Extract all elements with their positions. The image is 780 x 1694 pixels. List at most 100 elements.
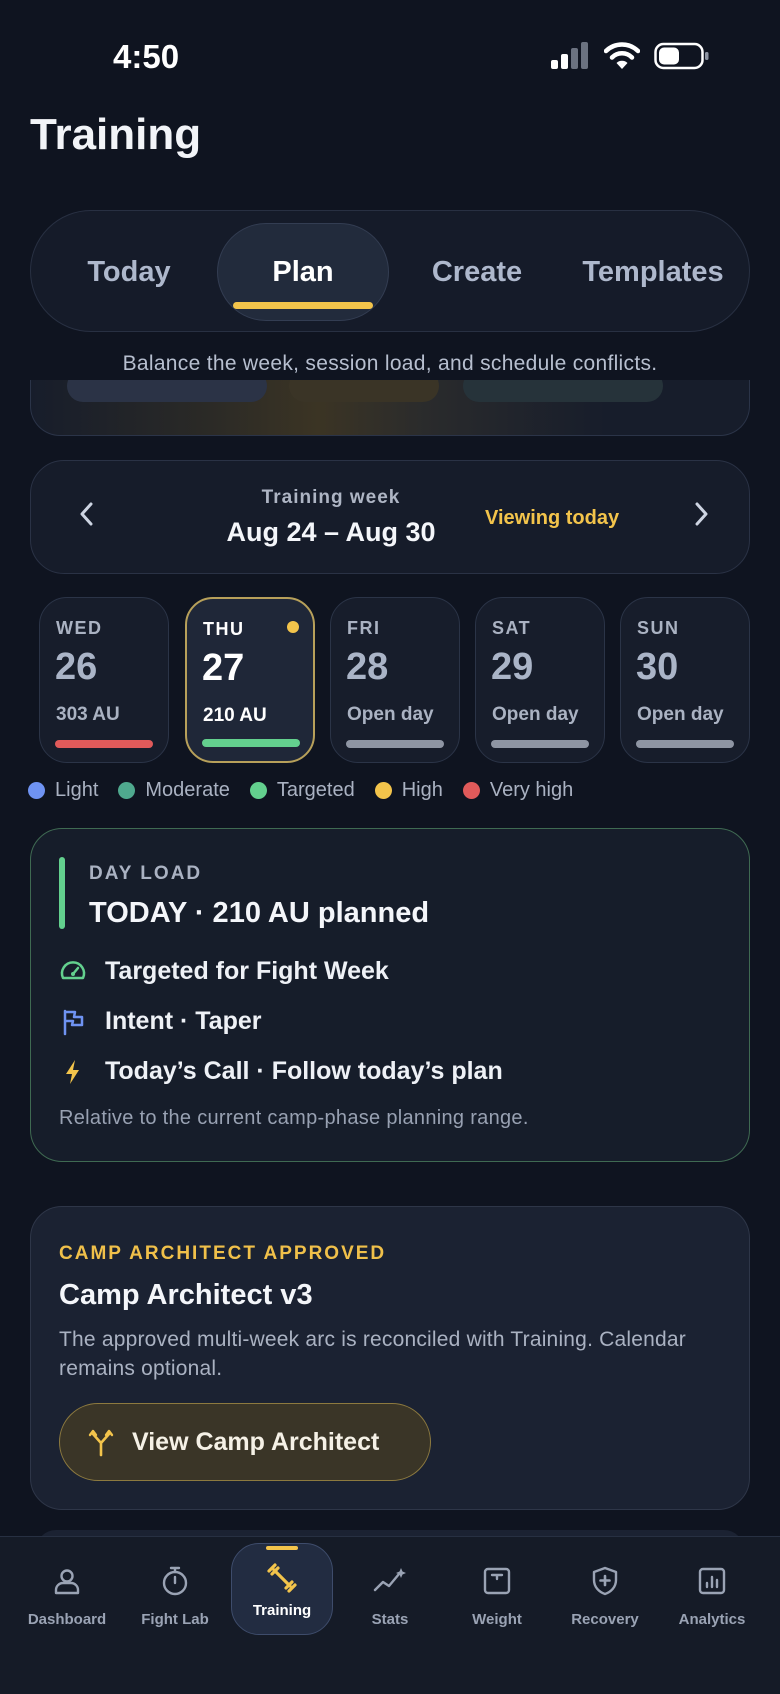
day-load: 210 AU (203, 705, 267, 726)
scale-icon (482, 1561, 512, 1601)
day-card-sun[interactable]: SUN 30 Open day (620, 597, 750, 763)
active-tab-indicator (233, 302, 373, 309)
view-camp-architect-button[interactable]: View Camp Architect (59, 1403, 431, 1481)
day-number: 26 (55, 646, 98, 688)
day-load-row-text: Today’s Call · Follow today’s plan (105, 1057, 503, 1085)
day-load: Open day (347, 704, 434, 725)
day-number: 28 (346, 646, 389, 688)
nav-label: Fight Lab (141, 1611, 209, 1628)
load-bar (491, 740, 589, 748)
status-time: 4:50 (113, 38, 180, 75)
peek-pill (463, 380, 663, 402)
bottom-tab-bar: Dashboard Fight Lab Training Stats Weigh… (0, 1536, 780, 1694)
nav-label: Analytics (678, 1611, 746, 1628)
day-abbr: WED (56, 618, 103, 638)
day-load: Open day (637, 704, 724, 725)
camp-eyebrow: CAMP ARCHITECT APPROVED (59, 1243, 387, 1264)
day-load-eyebrow: DAY LOAD (89, 863, 203, 884)
day-load-row: Today’s Call · Follow today’s plan (59, 1057, 503, 1086)
previous-week-button[interactable] (69, 499, 105, 538)
nav-analytics[interactable]: Analytics (658, 1561, 766, 1641)
gauge-icon (59, 958, 87, 986)
peek-pill (67, 380, 267, 402)
nav-stats[interactable]: Stats (336, 1561, 444, 1641)
legend-label: Targeted (276, 779, 355, 801)
day-load-row: Targeted for Fight Week (59, 957, 389, 986)
person-icon (52, 1561, 82, 1601)
legend-label: Moderate (145, 779, 230, 801)
legend-dot (118, 782, 136, 799)
legend-item: Moderate (118, 779, 230, 802)
segmented-tabs: Today Plan Create Templates (30, 210, 750, 332)
day-card-thu[interactable]: THU 27 210 AU (185, 597, 315, 763)
day-card-wed[interactable]: WED 26 303 AU (39, 597, 169, 763)
chevron-right-icon (695, 502, 708, 526)
dumbbell-icon (265, 1558, 299, 1598)
day-load-row-text: Targeted for Fight Week (105, 957, 389, 985)
day-abbr: THU (203, 619, 245, 639)
nav-training[interactable]: Training (231, 1543, 333, 1635)
day-load: Open day (492, 704, 579, 725)
chevron-left-icon (80, 502, 93, 526)
tab-create[interactable]: Create (391, 223, 563, 321)
button-label: View Camp Architect (132, 1427, 380, 1456)
scrolled-card-peek (30, 380, 750, 436)
legend-dot (249, 782, 267, 799)
flag-icon (59, 1008, 87, 1036)
day-abbr: SUN (637, 618, 680, 638)
page-title: Training (30, 110, 202, 159)
today-dot (287, 621, 299, 633)
day-number: 27 (202, 647, 245, 689)
day-load-row: Intent · Taper (59, 1007, 261, 1036)
day-load-card: DAY LOAD TODAY · 210 AU planned Targeted… (30, 828, 750, 1162)
nav-label: Recovery (571, 1611, 639, 1628)
legend-label: Light (55, 779, 99, 801)
week-range: Aug 24 – Aug 30 (226, 517, 436, 547)
next-week-button[interactable] (683, 499, 719, 538)
camp-description: The approved multi-week arc is reconcile… (59, 1328, 686, 1380)
legend-item: Targeted (249, 779, 355, 802)
day-number: 29 (491, 646, 534, 688)
day-card-sat[interactable]: SAT 29 Open day (475, 597, 605, 763)
status-icons (550, 42, 710, 70)
bar-chart-icon (697, 1561, 727, 1601)
week-label: Training week (261, 487, 401, 508)
camp-title: Camp Architect v3 (59, 1279, 313, 1311)
stopwatch-icon (160, 1561, 190, 1601)
day-abbr: FRI (347, 618, 381, 638)
sparkline-icon (372, 1561, 408, 1601)
week-navigator: Training week Aug 24 – Aug 30 Viewing to… (30, 460, 750, 574)
nav-label: Stats (371, 1611, 409, 1628)
signal-icon (551, 42, 588, 69)
day-card-fri[interactable]: FRI 28 Open day (330, 597, 460, 763)
accent-bar (59, 857, 65, 929)
lightning-icon (59, 1058, 87, 1086)
legend-dot (28, 782, 45, 799)
load-bar (202, 739, 300, 747)
tab-today[interactable]: Today (43, 223, 215, 321)
peek-pill (289, 380, 439, 402)
load-bar (346, 740, 444, 748)
legend-label: Very high (489, 779, 574, 801)
tab-templates[interactable]: Templates (561, 223, 745, 321)
shield-plus-icon (590, 1561, 620, 1601)
plan-subtitle: Balance the week, session load, and sche… (122, 352, 658, 375)
legend-item: High (374, 779, 443, 802)
legend-dot (462, 782, 480, 799)
nav-fight-lab[interactable]: Fight Lab (121, 1561, 229, 1641)
day-abbr: SAT (492, 618, 532, 638)
legend-label: High (401, 779, 443, 801)
nav-dashboard[interactable]: Dashboard (13, 1561, 121, 1641)
nav-weight[interactable]: Weight (443, 1561, 551, 1641)
status-bar: 4:50 (0, 0, 780, 110)
nav-recovery[interactable]: Recovery (551, 1561, 659, 1641)
wifi-icon (604, 42, 640, 69)
day-load: 303 AU (56, 704, 120, 725)
legend-item: Very high (462, 779, 574, 802)
load-bar (636, 740, 734, 748)
nav-active-indicator (266, 1546, 298, 1550)
load-legend: Light Moderate Targeted High Very high (28, 779, 593, 802)
battery-icon (654, 42, 709, 70)
viewing-today-link[interactable]: Viewing today (485, 507, 619, 530)
branch-icon (88, 1427, 114, 1457)
